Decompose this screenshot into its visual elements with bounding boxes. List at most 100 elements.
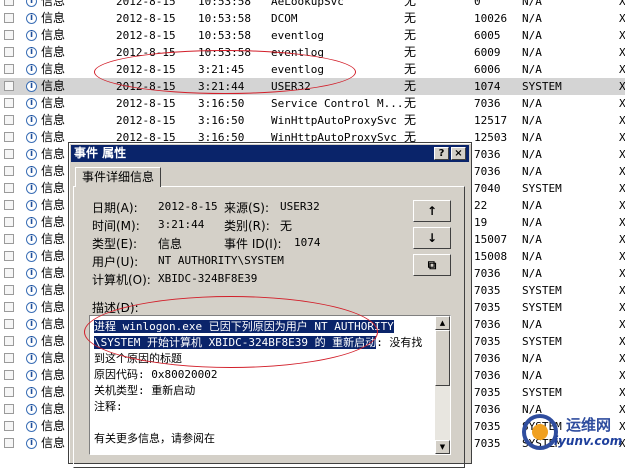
event-computer: X xyxy=(619,0,625,8)
source-value: USER32 xyxy=(280,200,320,213)
event-time: 3:16:50 xyxy=(198,97,245,110)
row-checkbox[interactable] xyxy=(4,404,14,414)
scroll-down-arrow-icon[interactable]: ▼ xyxy=(435,440,450,454)
row-checkbox[interactable] xyxy=(4,285,14,295)
event-computer: X xyxy=(619,46,625,59)
event-date: 2012-8-15 xyxy=(116,29,176,42)
row-checkbox[interactable] xyxy=(4,268,14,278)
event-type: 信息 xyxy=(41,0,66,8)
table-row[interactable]: i 信息 2012-8-15 10:53:58 DCOM 无 10026 N/A X xyxy=(0,10,625,27)
event-user: SYSTEM xyxy=(522,80,562,93)
close-button[interactable]: × xyxy=(451,147,466,160)
user-value: NT AUTHORITY\SYSTEM xyxy=(158,254,284,267)
event-date: 2012-8-15 xyxy=(116,114,176,127)
date-value: 2012-8-15 xyxy=(158,200,218,213)
row-checkbox[interactable] xyxy=(4,115,14,125)
previous-event-button[interactable]: ↑ xyxy=(413,200,451,222)
event-user: N/A xyxy=(522,148,542,161)
computer-label: 计算机(O): xyxy=(92,273,151,287)
description-reason-code: 原因代码: 0x80020002 xyxy=(94,368,218,381)
description-scrollbar[interactable]: ▲ ▼ xyxy=(435,316,450,454)
info-icon: i xyxy=(26,438,37,449)
row-checkbox[interactable] xyxy=(4,234,14,244)
event-user: N/A xyxy=(522,318,542,331)
info-icon: i xyxy=(26,81,37,92)
row-checkbox[interactable] xyxy=(4,319,14,329)
event-category: 无 xyxy=(404,113,417,127)
info-icon: i xyxy=(26,302,37,313)
event-user: N/A xyxy=(522,216,542,229)
time-value: 3:21:44 xyxy=(158,218,205,231)
event-user: SYSTEM xyxy=(522,284,562,297)
event-id: 7035 xyxy=(474,284,501,297)
event-user: N/A xyxy=(522,250,542,263)
row-checkbox[interactable] xyxy=(4,64,14,74)
event-user: N/A xyxy=(522,12,542,25)
event-computer: X xyxy=(619,165,625,178)
event-id: 19 xyxy=(474,216,488,229)
info-icon: i xyxy=(26,0,37,7)
event-user: N/A xyxy=(522,233,542,246)
event-user: N/A xyxy=(522,352,542,365)
info-icon: i xyxy=(26,149,37,160)
event-type: 信息 xyxy=(41,300,66,314)
row-checkbox[interactable] xyxy=(4,0,14,6)
event-type: 信息 xyxy=(41,147,66,161)
time-label: 时间(M): xyxy=(92,219,140,233)
event-type: 信息 xyxy=(41,283,66,297)
row-checkbox[interactable] xyxy=(4,251,14,261)
row-checkbox[interactable] xyxy=(4,30,14,40)
event-id: 7036 xyxy=(474,369,501,382)
scroll-thumb[interactable] xyxy=(435,330,450,386)
row-checkbox[interactable] xyxy=(4,302,14,312)
table-row[interactable]: i 信息 2012-8-15 3:16:50 Service Control M... 无… xyxy=(0,95,625,112)
row-checkbox[interactable] xyxy=(4,353,14,363)
row-checkbox[interactable] xyxy=(4,98,14,108)
table-row[interactable]: i 信息 2012-8-15 10:53:58 AeLookupSvc 无 0 N/A X xyxy=(0,0,625,10)
table-row[interactable]: i 信息 2012-8-15 10:53:58 eventlog 无 6005 N/A X xyxy=(0,27,625,44)
event-user: N/A xyxy=(522,29,542,42)
row-checkbox[interactable] xyxy=(4,183,14,193)
row-checkbox[interactable] xyxy=(4,13,14,23)
row-checkbox[interactable] xyxy=(4,47,14,57)
event-id-value: 1074 xyxy=(294,236,321,249)
event-type: 信息 xyxy=(41,215,66,229)
row-checkbox[interactable] xyxy=(4,132,14,142)
description-shutdown-type: 关机类型: 重新启动 xyxy=(94,384,196,397)
row-checkbox[interactable] xyxy=(4,438,14,448)
row-checkbox[interactable] xyxy=(4,370,14,380)
row-checkbox[interactable] xyxy=(4,336,14,346)
event-user: N/A xyxy=(522,131,542,144)
event-id: 7036 xyxy=(474,148,501,161)
tab-event-details[interactable]: 事件详细信息 xyxy=(75,167,162,187)
event-type: 信息 xyxy=(41,28,66,42)
event-type: 信息 xyxy=(41,419,66,433)
dialog-titlebar[interactable]: 事件 属性 ? × xyxy=(71,145,469,162)
next-event-button[interactable]: ↓ xyxy=(413,227,451,249)
event-id: 12517 xyxy=(474,114,508,127)
row-checkbox[interactable] xyxy=(4,217,14,227)
event-category: 无 xyxy=(404,62,417,76)
table-row[interactable]: i 信息 2012-8-15 3:16:50 WinHttpAutoProxySvc 无 1… xyxy=(0,112,625,129)
row-checkbox[interactable] xyxy=(4,166,14,176)
date-label: 日期(A): xyxy=(92,201,138,215)
info-icon: i xyxy=(26,200,37,211)
description-more-info: 有关更多信息，请参阅在 xyxy=(94,432,215,445)
event-id: 6009 xyxy=(474,46,501,59)
scroll-up-arrow-icon[interactable]: ▲ xyxy=(435,316,450,330)
row-checkbox[interactable] xyxy=(4,149,14,159)
arrow-up-icon: ↑ xyxy=(426,204,438,218)
event-type: 信息 xyxy=(41,130,66,144)
row-checkbox[interactable] xyxy=(4,387,14,397)
info-icon: i xyxy=(26,132,37,143)
event-user: SYSTEM xyxy=(522,386,562,399)
info-icon: i xyxy=(26,336,37,347)
copy-button[interactable]: ⧉ xyxy=(413,254,451,276)
row-checkbox[interactable] xyxy=(4,200,14,210)
info-icon: i xyxy=(26,404,37,415)
row-checkbox[interactable] xyxy=(4,421,14,431)
row-checkbox[interactable] xyxy=(4,81,14,91)
event-date: 2012-8-15 xyxy=(116,0,176,8)
help-button[interactable]: ? xyxy=(434,147,449,160)
event-id-label: 事件 ID(I): xyxy=(224,237,282,251)
